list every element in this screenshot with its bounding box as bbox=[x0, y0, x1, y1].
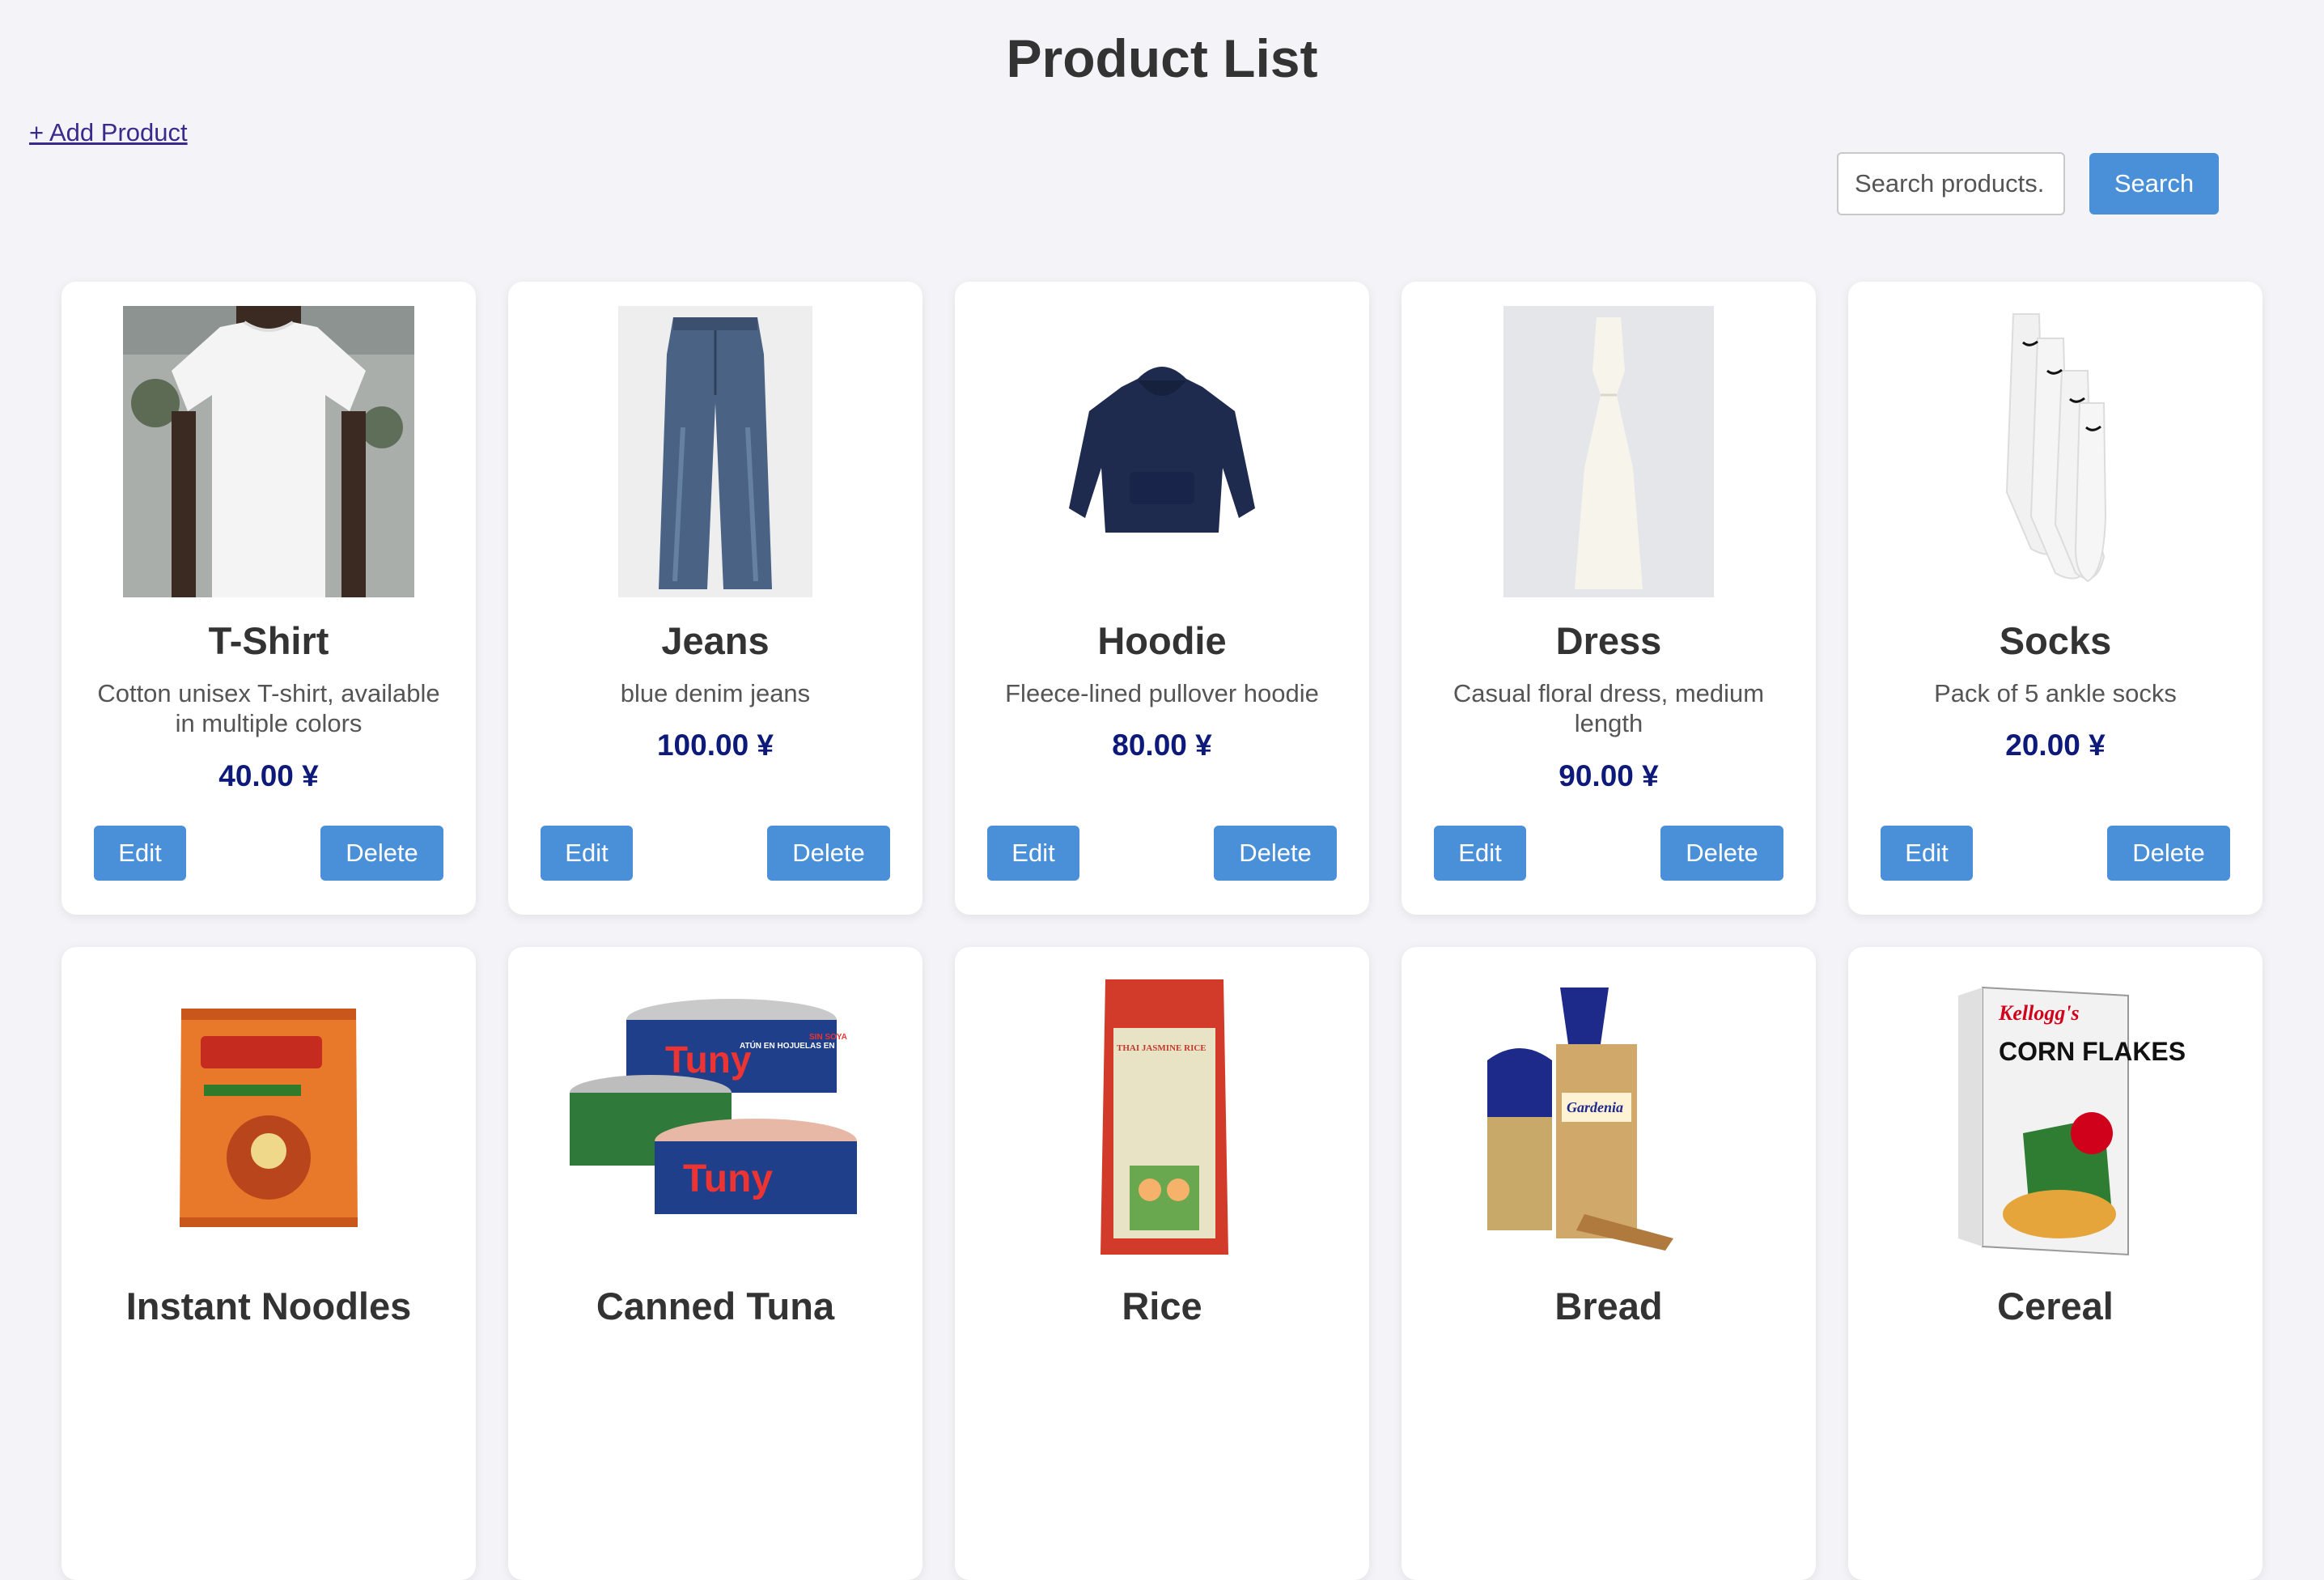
product-card-cereal: Kellogg's CORN FLAKES Cereal bbox=[1848, 947, 2263, 1580]
tuna-brand-1: Tuny bbox=[665, 1038, 752, 1081]
cereal-brand: Kellogg's bbox=[1998, 1001, 2080, 1025]
tuna-badge: SIN SOYA bbox=[809, 1033, 847, 1042]
page-title: Product List bbox=[1006, 28, 1318, 88]
edit-button[interactable]: Edit bbox=[987, 826, 1079, 881]
product-description: Casual floral dress, medium length bbox=[1452, 679, 1765, 737]
product-name: Rice bbox=[1122, 1285, 1202, 1327]
product-image-rice: THAI JASMINE RICE bbox=[1016, 971, 1308, 1263]
product-card-canned-tuna: Tuny Tuny ATÚN EN HOJUELAS EN AGUA SIN S… bbox=[508, 947, 922, 1580]
product-description: Cotton unisex T-shirt, available in mult… bbox=[97, 679, 440, 737]
cereal-title: CORN FLAKES bbox=[1999, 1037, 2186, 1066]
product-name: T-Shirt bbox=[208, 619, 329, 662]
product-image-bread: Gardenia bbox=[1463, 971, 1754, 1263]
rice-label: THAI JASMINE RICE bbox=[1117, 1043, 1207, 1053]
delete-button[interactable]: Delete bbox=[320, 826, 443, 881]
product-price: 100.00 ¥ bbox=[656, 728, 774, 762]
product-price: 90.00 ¥ bbox=[1559, 759, 1659, 792]
product-image-socks bbox=[1910, 306, 2201, 597]
product-card-dress: Dress Casual floral dress, medium length… bbox=[1402, 282, 1816, 915]
product-image-cereal: Kellogg's CORN FLAKES bbox=[1910, 971, 2201, 1263]
product-image-tshirt bbox=[123, 306, 414, 597]
product-name: Instant Noodles bbox=[125, 1285, 412, 1327]
product-name: Hoodie bbox=[1097, 619, 1227, 662]
edit-button[interactable]: Edit bbox=[1881, 826, 1973, 881]
delete-button[interactable]: Delete bbox=[1214, 826, 1337, 881]
product-card-socks: Socks Pack of 5 ankle socks 20.00 ¥ Edit… bbox=[1848, 282, 2263, 915]
product-grid: T-Shirt Cotton unisex T-shirt, available… bbox=[61, 282, 2263, 1580]
edit-button[interactable]: Edit bbox=[541, 826, 633, 881]
product-name: Cereal bbox=[1997, 1285, 2114, 1327]
product-name: Socks bbox=[1999, 619, 2112, 662]
bread-brand: Gardenia bbox=[1567, 1099, 1623, 1115]
product-name: Canned Tuna bbox=[596, 1285, 835, 1327]
product-description: Fleece-lined pullover hoodie bbox=[1005, 679, 1319, 707]
add-product-link[interactable]: + Add Product bbox=[29, 118, 188, 147]
search-button[interactable]: Search bbox=[2089, 153, 2219, 214]
product-image-hoodie bbox=[1016, 306, 1308, 597]
product-card-jeans: Jeans blue denim jeans 100.00 ¥ Edit Del… bbox=[508, 282, 922, 915]
product-image-dress bbox=[1463, 306, 1754, 597]
product-card-bread: Gardenia Bread bbox=[1402, 947, 1816, 1580]
search-input[interactable] bbox=[1837, 152, 2065, 215]
delete-button[interactable]: Delete bbox=[1660, 826, 1783, 881]
tuna-brand-2: Tuny bbox=[683, 1157, 773, 1200]
product-description: Pack of 5 ankle socks bbox=[1934, 679, 2177, 707]
delete-button[interactable]: Delete bbox=[2107, 826, 2230, 881]
delete-button[interactable]: Delete bbox=[767, 826, 890, 881]
product-image-instant-noodles bbox=[123, 971, 414, 1263]
product-card-hoodie: Hoodie Fleece-lined pullover hoodie 80.0… bbox=[955, 282, 1369, 915]
product-price: 80.00 ¥ bbox=[1112, 728, 1212, 762]
product-image-jeans bbox=[570, 306, 861, 597]
product-card-tshirt: T-Shirt Cotton unisex T-shirt, available… bbox=[61, 282, 476, 915]
product-price: 40.00 ¥ bbox=[218, 759, 319, 792]
product-name: Dress bbox=[1555, 619, 1662, 662]
product-description: blue denim jeans bbox=[620, 679, 811, 707]
product-card-instant-noodles: Instant Noodles bbox=[61, 947, 476, 1580]
product-price: 20.00 ¥ bbox=[2005, 728, 2106, 762]
edit-button[interactable]: Edit bbox=[1434, 826, 1526, 881]
product-image-canned-tuna: Tuny Tuny ATÚN EN HOJUELAS EN AGUA SIN S… bbox=[570, 971, 861, 1263]
edit-button[interactable]: Edit bbox=[94, 826, 186, 881]
product-card-rice: THAI JASMINE RICE Rice bbox=[955, 947, 1369, 1580]
product-name: Jeans bbox=[661, 619, 770, 662]
product-name: Bread bbox=[1554, 1285, 1663, 1327]
